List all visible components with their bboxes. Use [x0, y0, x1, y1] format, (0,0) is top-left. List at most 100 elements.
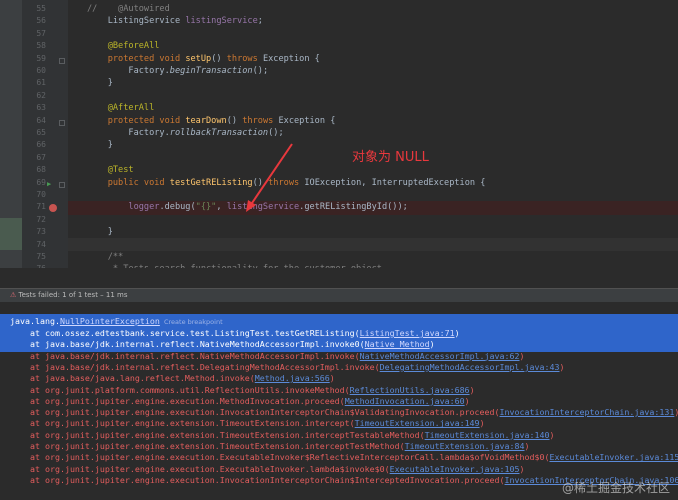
code-text[interactable]: } — [87, 139, 113, 151]
code-text[interactable]: ListingService listingService; — [87, 15, 263, 27]
code-token: Exception { — [278, 115, 336, 126]
stack-frame[interactable]: at java.base/java.lang.reflect.Method.in… — [10, 373, 335, 384]
stack-frame-link[interactable]: DelegatingMethodAccessorImpl.java:43 — [380, 362, 560, 372]
code-line[interactable]: 72 — [0, 214, 678, 226]
stack-frame-link[interactable]: MethodInvocation.java:60 — [345, 396, 465, 406]
code-text[interactable]: @AfterAll — [87, 102, 155, 114]
code-line[interactable]: 57 — [0, 28, 678, 40]
fold-icon[interactable] — [59, 120, 65, 126]
line-number: 61 — [36, 78, 46, 88]
code-token: () — [211, 53, 227, 64]
stack-frame-link[interactable]: TimeoutExtension.java:149 — [355, 418, 480, 428]
stack-frame-text: at org.junit.jupiter.engine.execution.Ex… — [10, 452, 550, 463]
code-text[interactable]: Factory.beginTransaction(); — [87, 65, 268, 77]
exception-link[interactable]: NullPointerException — [60, 316, 160, 326]
code-text[interactable]: @Test — [87, 164, 134, 176]
stack-frame[interactable]: at org.junit.jupiter.engine.extension.Ti… — [10, 418, 485, 429]
code-token: (); — [268, 128, 284, 138]
stack-frame-link[interactable]: Method.java:566 — [255, 373, 330, 383]
code-text[interactable]: } — [87, 77, 113, 89]
stack-frame-link[interactable]: ExecutableInvoker.java:105 — [390, 464, 520, 474]
code-line[interactable]: 75 /** — [0, 251, 678, 263]
breakpoint-icon[interactable] — [49, 204, 57, 212]
run-test-icon[interactable]: ▶ — [47, 180, 51, 188]
stack-frame-link[interactable]: ReflectionUtils.java:686 — [350, 385, 470, 395]
code-line[interactable]: 60 Factory.beginTransaction(); — [0, 65, 678, 77]
code-line[interactable]: 62 — [0, 90, 678, 102]
code-token: ; — [257, 16, 263, 27]
code-line[interactable]: 64 protected void tearDown() throws Exce… — [0, 115, 678, 127]
line-number: 57 — [36, 28, 46, 38]
code-line[interactable]: 59 protected void setUp() throws Excepti… — [0, 53, 678, 65]
fold-icon[interactable] — [59, 182, 65, 188]
code-text[interactable]: // @Autowired — [87, 3, 170, 15]
code-line[interactable]: 63 @AfterAll — [0, 102, 678, 114]
stack-frame-text: at org.junit.jupiter.engine.execution.In… — [10, 407, 500, 418]
code-token: .debug( — [159, 202, 196, 213]
create-breakpoint-link[interactable]: Create breakpoint — [160, 318, 223, 326]
stack-frame[interactable]: at org.junit.jupiter.engine.execution.In… — [10, 407, 678, 418]
code-token: Exception { — [262, 53, 320, 64]
code-text[interactable]: } — [87, 226, 113, 238]
stack-frame-text: at com.ossez.edtestbank.service.test.Lis… — [10, 328, 360, 338]
stack-frame-close: ) — [524, 441, 530, 451]
code-token: () — [226, 115, 243, 126]
code-line[interactable]: 58 @BeforeAll — [0, 40, 678, 52]
code-token: , — [216, 202, 227, 213]
stack-frame[interactable]: at com.ossez.edtestbank.service.test.Lis… — [10, 328, 460, 339]
stack-frame[interactable]: at org.junit.jupiter.engine.execution.Ex… — [10, 464, 525, 475]
stack-frame[interactable]: at org.junit.jupiter.engine.execution.Me… — [10, 396, 470, 407]
stack-frame-close: ) — [549, 429, 555, 440]
code-line[interactable]: 66 } — [0, 139, 678, 151]
code-text[interactable]: Factory.rollbackTransaction(); — [87, 127, 284, 139]
stack-frame-close: ) — [329, 373, 335, 384]
line-number: 55 — [36, 4, 46, 13]
line-number: 64 — [36, 115, 46, 125]
code-line[interactable]: 74 — [0, 239, 678, 251]
stack-frame-link[interactable]: TimeoutExtension.java:140 — [425, 430, 550, 440]
stack-frame[interactable]: at org.junit.jupiter.engine.execution.Ex… — [10, 452, 678, 463]
line-number: 71 — [36, 202, 46, 212]
code-line[interactable]: 69 public void testGetREListing() throws… — [0, 177, 678, 189]
stack-frame[interactable]: at org.junit.jupiter.engine.extension.Ti… — [10, 430, 555, 441]
stack-frame-link[interactable]: ExecutableInvoker.java:115 — [549, 452, 678, 462]
code-text[interactable]: @BeforeAll — [87, 40, 160, 52]
annotation-label: 对象为 NULL — [352, 150, 429, 165]
code-line[interactable]: 55 // @Autowired — [0, 3, 678, 15]
code-text[interactable]: protected void tearDown() throws Excepti… — [87, 115, 336, 127]
stack-frame-text: at org.junit.jupiter.engine.execution.Me… — [10, 395, 345, 406]
code-token: @Test — [87, 165, 134, 176]
stack-frame-text: at org.junit.jupiter.engine.execution.Ex… — [10, 463, 390, 474]
code-line[interactable]: 71 logger.debug("{}", listingService.get… — [0, 201, 678, 213]
code-line[interactable]: 70 — [0, 189, 678, 201]
line-number: 75 — [36, 252, 46, 261]
code-line[interactable]: 73 } — [0, 226, 678, 238]
stack-frame-link[interactable]: Native Method — [365, 339, 430, 349]
exception-prefix: java.lang. — [10, 316, 60, 326]
stack-frame-link[interactable]: InvocationInterceptorChain.java:131 — [500, 407, 675, 417]
stack-frame-link[interactable]: TimeoutExtension.java:84 — [405, 441, 525, 451]
code-line[interactable]: 56 ListingService listingService; — [0, 15, 678, 27]
stack-frame-text: at org.junit.jupiter.engine.execution.In… — [10, 474, 505, 485]
stack-frame-link[interactable]: NativeMethodAccessorImpl.java:62 — [360, 351, 520, 361]
line-number: 56 — [36, 16, 46, 26]
test-status-label: Tests failed: — [18, 291, 60, 299]
code-line[interactable]: 67 — [0, 152, 678, 164]
code-token: ListingService — [87, 16, 186, 27]
exception-line[interactable]: java.lang.NullPointerException Create br… — [10, 316, 223, 327]
code-text[interactable]: protected void setUp() throws Exception … — [87, 53, 320, 65]
code-line[interactable]: 65 Factory.rollbackTransaction(); — [0, 127, 678, 139]
fold-icon[interactable] — [59, 58, 65, 64]
code-line[interactable]: 61 } — [0, 77, 678, 89]
stack-frame[interactable]: at java.base/jdk.internal.reflect.Native… — [10, 339, 435, 350]
code-text[interactable]: /** — [87, 251, 124, 263]
stack-frame[interactable]: at org.junit.platform.commons.util.Refle… — [10, 385, 475, 396]
code-token: (); — [252, 66, 269, 76]
stack-frame[interactable]: at java.base/jdk.internal.reflect.Native… — [10, 351, 525, 362]
stack-frame[interactable]: at org.junit.jupiter.engine.extension.Ti… — [10, 441, 530, 452]
stack-frame[interactable]: at java.base/jdk.internal.reflect.Delega… — [10, 362, 565, 373]
stack-frame-close: ) — [519, 350, 525, 361]
line-number: 67 — [36, 152, 46, 162]
stack-frame-link[interactable]: ListingTest.java:71 — [360, 328, 455, 338]
code-line[interactable]: 68 @Test — [0, 164, 678, 176]
